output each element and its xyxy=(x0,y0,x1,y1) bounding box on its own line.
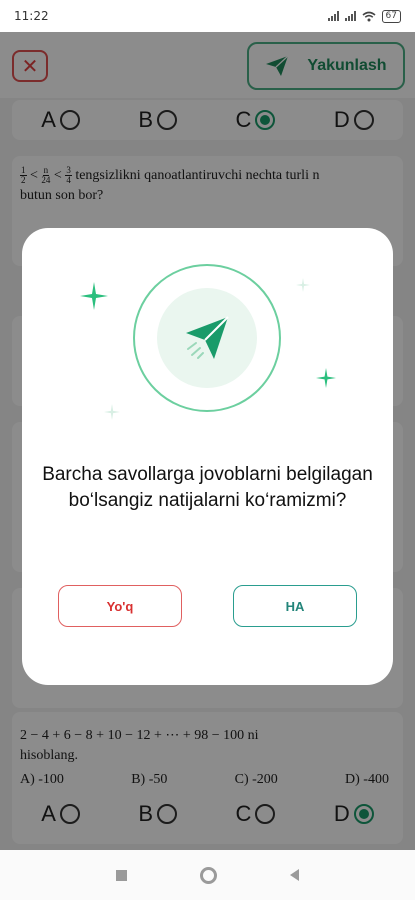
dialog-message: Barcha savollarga jovoblarni belgilagan … xyxy=(42,464,373,511)
sparkle-icon xyxy=(104,404,120,420)
paper-plane-icon xyxy=(186,316,229,359)
yes-button[interactable]: HA xyxy=(233,585,357,627)
yes-label: HA xyxy=(285,598,305,614)
back-icon[interactable] xyxy=(289,869,299,881)
no-label: Yo'q xyxy=(106,598,134,614)
status-time: 11:22 xyxy=(14,9,49,23)
sparkle-icon xyxy=(80,282,108,310)
confirm-dialog: Barcha savollarga jovoblarni belgilagan … xyxy=(22,228,393,685)
recents-icon[interactable] xyxy=(116,869,128,881)
battery-icon: 67 xyxy=(381,9,401,23)
sparkle-icon xyxy=(296,278,310,292)
home-icon[interactable] xyxy=(199,866,217,884)
status-icons: 67 xyxy=(327,9,401,23)
wifi-icon xyxy=(362,11,376,21)
send-illustration xyxy=(133,264,281,412)
system-nav-bar xyxy=(0,850,415,900)
status-bar: 11:22 67 xyxy=(0,0,415,32)
send-illustration-inner xyxy=(157,288,257,388)
sparkle-icon xyxy=(316,368,336,388)
signal-icon xyxy=(327,11,339,21)
no-button[interactable]: Yo'q xyxy=(58,585,182,627)
signal-icon-2 xyxy=(344,11,356,21)
